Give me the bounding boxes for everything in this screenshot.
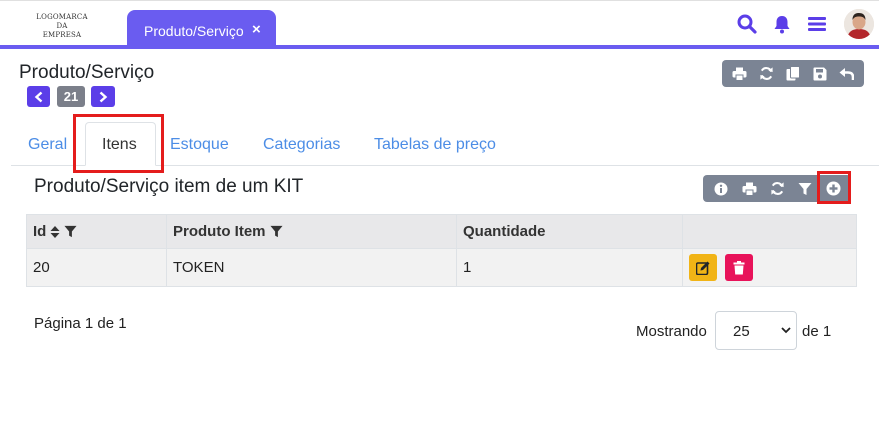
filter-icon[interactable] <box>64 225 77 238</box>
delete-button[interactable] <box>725 254 754 281</box>
table-row: 20 TOKEN 1 <box>26 248 857 287</box>
page-title: Produto/Serviço <box>19 62 155 83</box>
record-toolbar <box>722 60 864 87</box>
column-header-actions <box>682 214 857 249</box>
close-tab-icon[interactable]: × <box>252 22 261 37</box>
tab-geral[interactable]: Geral <box>28 136 67 154</box>
table-header-row: Id Produto Item Quantidade <box>26 214 857 249</box>
print-button[interactable] <box>726 60 753 87</box>
refresh-button[interactable] <box>753 60 780 87</box>
bell-icon[interactable] <box>771 13 793 35</box>
print-icon <box>732 67 747 81</box>
sort-icon[interactable] <box>50 225 60 239</box>
chevron-down-icon <box>781 327 791 334</box>
copy-button[interactable] <box>780 60 807 87</box>
filter-icon[interactable] <box>269 225 283 238</box>
column-header-id[interactable]: Id <box>26 214 167 249</box>
undo-button[interactable] <box>833 60 860 87</box>
app-tab-produto-servico[interactable]: Produto/Serviço × <box>127 10 276 47</box>
showing-label: Mostrando <box>636 323 707 340</box>
tab-categorias[interactable]: Categorias <box>263 136 340 154</box>
search-icon[interactable] <box>736 13 758 35</box>
section-title: Produto/Serviço item de um KIT <box>34 176 304 197</box>
cell-produto-item: TOKEN <box>166 248 457 287</box>
undo-icon <box>839 67 855 80</box>
info-button[interactable] <box>707 175 735 202</box>
tab-estoque[interactable]: Estoque <box>170 136 229 154</box>
save-button[interactable] <box>806 60 833 87</box>
page-size-select[interactable]: 25 <box>715 311 797 350</box>
page-info: Página 1 de 1 <box>34 315 127 332</box>
cell-id: 20 <box>26 248 167 287</box>
top-bar: LOGOMARCA DA EMPRESA Produto/Serviço × <box>0 0 879 48</box>
trash-icon <box>733 260 745 274</box>
refresh-icon <box>770 182 784 195</box>
tab-tabelas-de-preco[interactable]: Tabelas de preço <box>374 136 496 154</box>
top-bar-accent-line <box>0 45 879 49</box>
section-refresh-button[interactable] <box>763 175 791 202</box>
highlight-box-itens-tab <box>73 114 164 173</box>
of-total-label: de 1 <box>802 323 832 340</box>
filter-icon <box>798 182 812 195</box>
avatar[interactable] <box>844 9 874 39</box>
cell-actions <box>682 248 857 287</box>
menu-icon[interactable] <box>806 13 828 35</box>
chevron-right-icon <box>99 91 108 102</box>
company-logo[interactable]: LOGOMARCA DA EMPRESA <box>30 13 94 40</box>
highlight-box-add-button <box>817 171 851 204</box>
app-tab-label: Produto/Serviço <box>144 23 244 39</box>
page-size-value: 25 <box>733 323 750 340</box>
column-header-produto-item[interactable]: Produto Item <box>166 214 457 249</box>
previous-record-button[interactable] <box>27 86 50 107</box>
copy-icon <box>786 66 800 81</box>
next-record-button[interactable] <box>91 86 115 107</box>
edit-icon <box>696 261 710 275</box>
filter-button[interactable] <box>791 175 819 202</box>
chevron-left-icon <box>34 91 42 102</box>
cell-quantidade: 1 <box>456 248 683 287</box>
items-table: Id Produto Item Quantidade 20 TOKEN 1 <box>26 214 857 287</box>
edit-button[interactable] <box>689 254 717 281</box>
save-icon <box>813 67 827 80</box>
refresh-icon <box>760 67 773 80</box>
section-print-button[interactable] <box>735 175 763 202</box>
info-icon <box>714 182 728 195</box>
record-number-badge: 21 <box>57 86 85 107</box>
column-header-quantidade[interactable]: Quantidade <box>456 214 683 249</box>
print-icon <box>742 182 756 196</box>
